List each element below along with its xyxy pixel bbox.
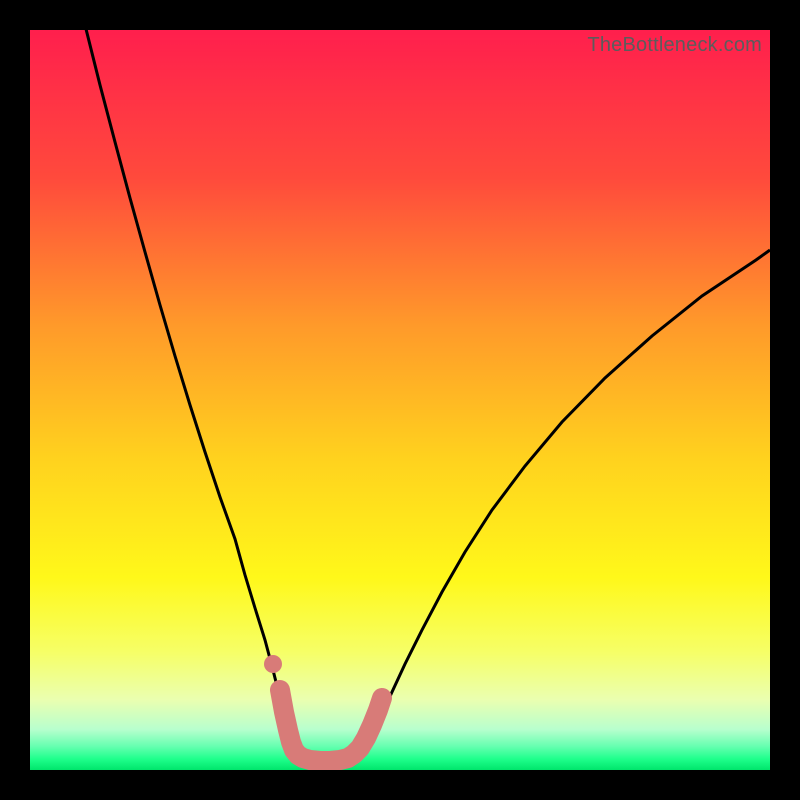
black-curve bbox=[85, 30, 770, 764]
curve-layer bbox=[30, 30, 770, 770]
chart-frame: TheBottleneck.com bbox=[30, 30, 770, 770]
watermark-text: TheBottleneck.com bbox=[587, 34, 762, 57]
salmon-dot bbox=[264, 655, 282, 673]
plot-area bbox=[30, 30, 770, 770]
salmon-overlay bbox=[280, 690, 382, 761]
